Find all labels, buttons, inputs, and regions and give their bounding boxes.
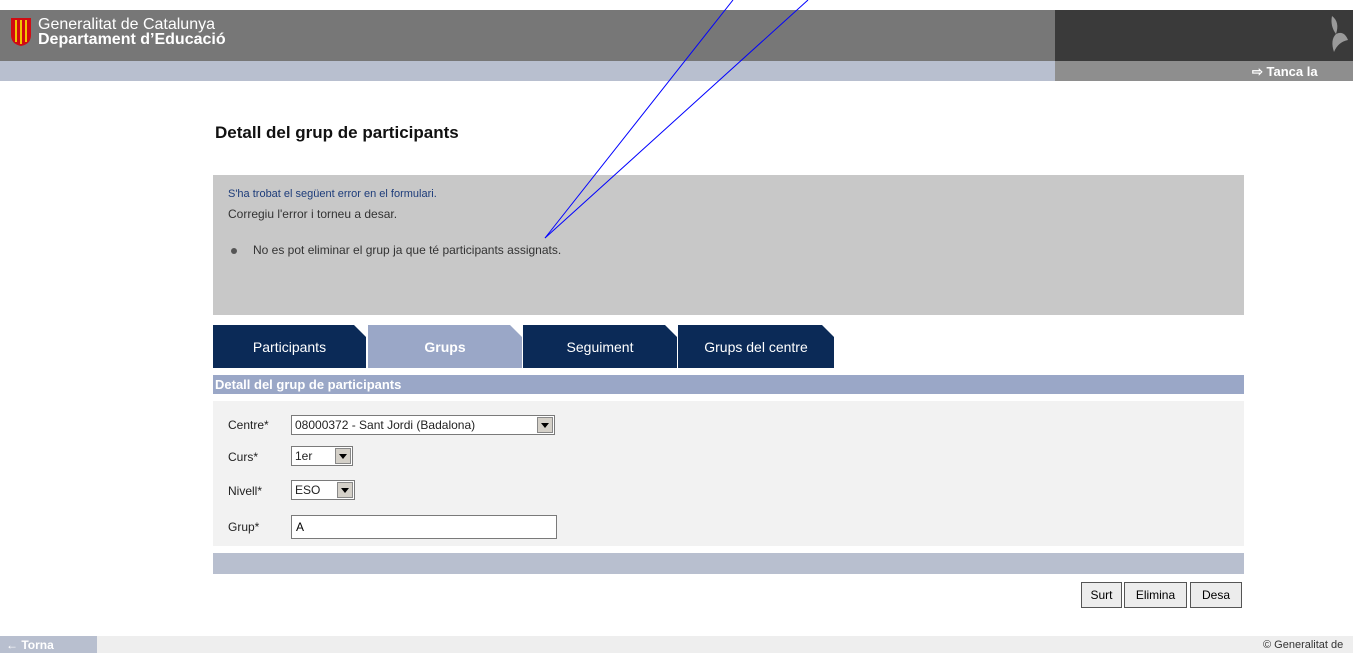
page-title: Detall del grup de participants (215, 123, 459, 142)
nivell-select[interactable]: ESO (291, 480, 355, 500)
centre-label: Centre* (228, 418, 269, 432)
logout-icon: ⇨ (1252, 64, 1263, 79)
desa-button[interactable]: Desa (1190, 582, 1242, 608)
curs-select[interactable]: 1er (291, 446, 353, 466)
curs-label: Curs* (228, 450, 259, 464)
logout-label: Tanca la (1266, 64, 1318, 79)
back-link[interactable]: ← Torna (6, 638, 54, 652)
chevron-down-icon[interactable] (335, 448, 351, 464)
org-name: Generalitat de Catalunya (38, 16, 215, 33)
error-heading: S'ha trobat el següent error en el formu… (228, 188, 437, 200)
tab-seguiment[interactable]: Seguiment (523, 325, 677, 368)
header-sub-bar (0, 61, 1055, 81)
grup-input[interactable] (291, 515, 557, 539)
department-name: Departament d’Educació (38, 31, 226, 48)
copyright: © Generalitat de (1263, 639, 1344, 651)
error-message: No es pot eliminar el grup ja que té par… (253, 243, 562, 257)
chevron-down-icon[interactable] (337, 482, 353, 498)
centre-select[interactable]: 08000372 - Sant Jordi (Badalona) (291, 415, 555, 435)
surt-button[interactable]: Surt (1081, 582, 1122, 608)
chevron-down-icon[interactable] (537, 417, 553, 433)
grup-label: Grup* (228, 520, 260, 534)
curs-select-value: 1er (295, 449, 313, 463)
elimina-button[interactable]: Elimina (1124, 582, 1187, 608)
bullet-icon (231, 248, 237, 254)
footer-bar (0, 636, 1353, 653)
tab-grups-del-centre[interactable]: Grups del centre (678, 325, 834, 368)
form-bottom-bar (213, 553, 1244, 574)
emblem-icon (1331, 16, 1348, 52)
tab-grups[interactable]: Grups (368, 325, 522, 368)
nivell-select-value: ESO (295, 483, 321, 497)
section-header: Detall del grup de participants (213, 375, 1244, 394)
logout-link[interactable]: ⇨ Tanca la (1252, 64, 1318, 80)
error-instruction: Corregiu l'error i torneu a desar. (228, 207, 398, 221)
centre-select-value: 08000372 - Sant Jordi (Badalona) (295, 418, 476, 432)
generalitat-logo-icon (11, 18, 31, 46)
tab-participants[interactable]: Participants (213, 325, 366, 368)
nivell-label: Nivell* (228, 484, 263, 498)
header-right-panel (1055, 10, 1353, 61)
